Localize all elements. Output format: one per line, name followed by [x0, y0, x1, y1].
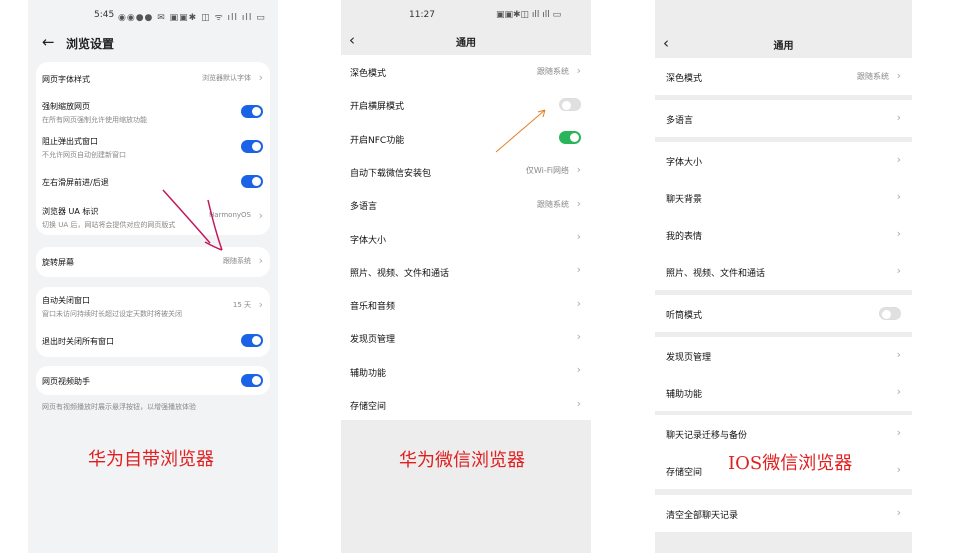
- annotation-arrows: [162, 109, 546, 251]
- pink-arrow-stroke: [162, 189, 223, 251]
- orange-arrow: [495, 109, 546, 153]
